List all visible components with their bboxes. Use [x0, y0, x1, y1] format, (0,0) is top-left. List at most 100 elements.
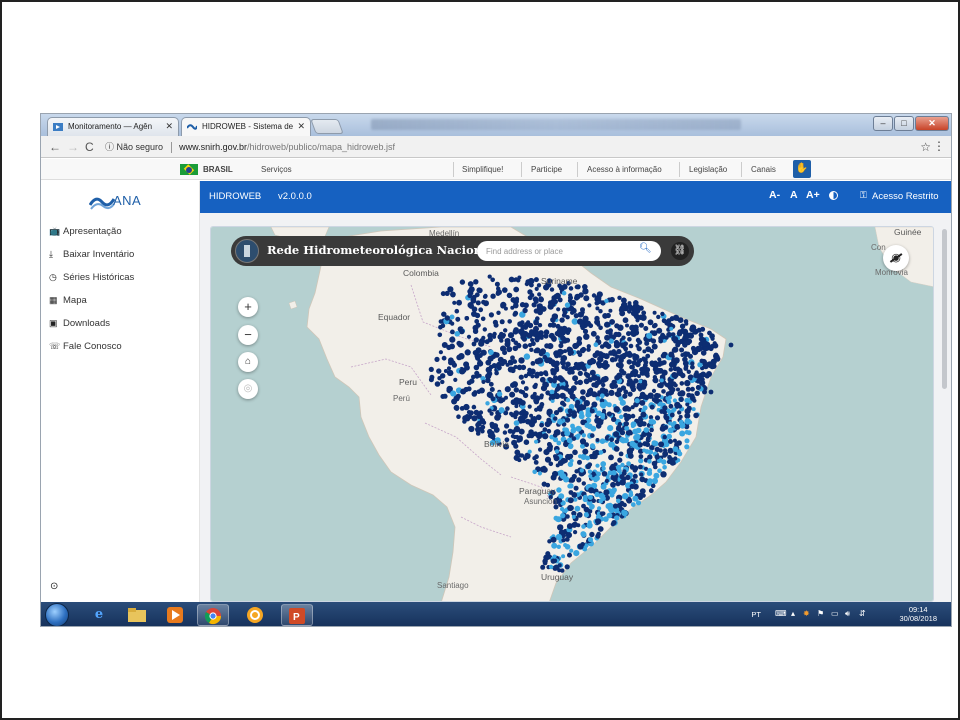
station-marker[interactable] — [649, 427, 654, 433]
station-marker[interactable] — [557, 498, 563, 503]
station-marker[interactable] — [571, 492, 578, 498]
station-marker[interactable] — [557, 407, 563, 413]
station-marker[interactable] — [649, 361, 656, 367]
station-marker[interactable] — [669, 316, 675, 322]
station-marker[interactable] — [544, 343, 550, 349]
station-marker[interactable] — [587, 377, 593, 383]
station-marker[interactable] — [651, 483, 656, 488]
station-marker[interactable] — [648, 449, 653, 455]
station-marker[interactable] — [471, 391, 478, 397]
station-marker[interactable] — [478, 340, 485, 347]
station-marker[interactable] — [675, 340, 682, 346]
station-marker[interactable] — [599, 357, 604, 362]
station-marker[interactable] — [441, 342, 448, 348]
forward-arrow-icon[interactable]: → — [67, 140, 79, 154]
station-marker[interactable] — [539, 348, 546, 355]
station-marker[interactable] — [598, 309, 603, 314]
locate-icon[interactable]: ◎ — [238, 379, 258, 399]
station-marker[interactable] — [454, 308, 460, 314]
station-marker[interactable] — [607, 506, 613, 512]
station-marker[interactable] — [520, 400, 526, 406]
station-marker[interactable] — [589, 503, 595, 510]
station-marker[interactable] — [513, 286, 520, 293]
station-marker[interactable] — [620, 342, 626, 349]
gov-link-legislacao[interactable]: Legislação — [689, 165, 727, 174]
accessibility-hand-icon[interactable]: ✋ — [793, 160, 811, 178]
station-marker[interactable] — [645, 442, 651, 448]
station-marker[interactable] — [579, 438, 587, 445]
ana-logo[interactable]: ANA — [89, 191, 159, 211]
station-marker[interactable] — [684, 438, 690, 444]
station-marker[interactable] — [681, 340, 688, 347]
station-marker[interactable] — [507, 366, 514, 373]
station-marker[interactable] — [550, 322, 557, 328]
station-marker[interactable] — [525, 279, 531, 285]
station-marker[interactable] — [533, 277, 539, 283]
station-marker[interactable] — [569, 476, 576, 483]
station-marker[interactable] — [538, 407, 543, 412]
station-marker[interactable] — [553, 454, 558, 459]
station-marker[interactable] — [533, 398, 539, 403]
station-marker[interactable] — [577, 379, 583, 386]
start-button[interactable] — [45, 603, 69, 626]
station-marker[interactable] — [565, 397, 571, 403]
station-marker[interactable] — [533, 460, 539, 465]
station-marker[interactable] — [685, 386, 691, 392]
station-marker[interactable] — [610, 463, 616, 470]
station-marker[interactable] — [710, 336, 715, 341]
station-marker[interactable] — [609, 382, 616, 389]
station-marker[interactable] — [670, 332, 676, 337]
station-marker[interactable] — [522, 343, 529, 349]
station-marker[interactable] — [630, 502, 636, 507]
tray-clock[interactable]: 09:14 30/08/2018 — [899, 605, 937, 623]
network-icon[interactable]: ▭ — [831, 609, 839, 618]
station-marker[interactable] — [513, 443, 519, 449]
station-marker[interactable] — [638, 305, 644, 311]
station-marker[interactable] — [680, 353, 685, 357]
orange-app-icon[interactable] — [239, 604, 271, 626]
station-marker[interactable] — [591, 293, 597, 298]
station-marker[interactable] — [550, 536, 557, 543]
font-increase-button[interactable]: A+ — [806, 189, 820, 201]
station-marker[interactable] — [557, 460, 564, 466]
station-marker[interactable] — [661, 389, 666, 394]
station-marker[interactable] — [682, 334, 689, 341]
station-marker[interactable] — [680, 372, 686, 379]
station-marker[interactable] — [587, 520, 592, 525]
station-marker[interactable] — [671, 358, 677, 364]
station-marker[interactable] — [498, 407, 505, 414]
sidebar-item-baixar-inventario[interactable]: ⤓ Baixar Inventário — [49, 249, 134, 260]
station-marker[interactable] — [491, 363, 497, 369]
gov-link-acesso-informacao[interactable]: Acesso à informação — [587, 165, 662, 174]
station-marker[interactable] — [648, 418, 655, 425]
station-marker[interactable] — [561, 554, 566, 559]
station-marker[interactable] — [609, 442, 615, 447]
station-marker[interactable] — [678, 396, 684, 402]
station-marker[interactable] — [460, 388, 467, 395]
station-marker[interactable] — [481, 299, 486, 305]
gov-servicos-link[interactable]: Serviços — [261, 165, 292, 174]
station-marker[interactable] — [523, 353, 531, 360]
sidebar-item-series-historicas[interactable]: ◷ Séries Históricas — [49, 272, 134, 283]
station-marker[interactable] — [633, 300, 639, 306]
station-marker[interactable] — [662, 434, 667, 440]
station-marker[interactable] — [583, 333, 590, 340]
station-marker[interactable] — [469, 378, 475, 384]
station-marker[interactable] — [429, 374, 435, 380]
station-marker[interactable] — [453, 404, 460, 411]
station-marker[interactable] — [490, 293, 496, 299]
station-marker[interactable] — [556, 487, 562, 493]
station-marker[interactable] — [630, 465, 635, 470]
station-marker[interactable] — [440, 291, 446, 297]
station-marker[interactable] — [576, 477, 582, 483]
station-marker[interactable] — [649, 348, 654, 354]
contrast-icon[interactable] — [829, 191, 838, 200]
station-marker[interactable] — [642, 349, 647, 354]
station-marker[interactable] — [584, 422, 590, 428]
station-marker[interactable] — [475, 426, 481, 433]
station-marker[interactable] — [584, 512, 589, 518]
station-marker[interactable] — [627, 391, 633, 397]
station-marker[interactable] — [628, 492, 634, 498]
station-marker[interactable] — [473, 337, 479, 343]
station-marker[interactable] — [691, 407, 696, 412]
